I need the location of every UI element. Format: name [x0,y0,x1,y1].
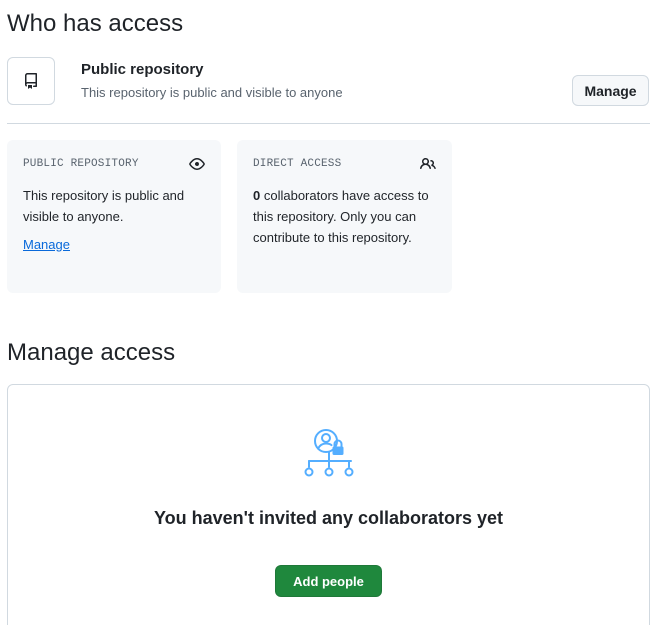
who-has-access-heading: Who has access [7,10,184,37]
manage-visibility-button[interactable]: Manage [572,75,649,106]
direct-access-description: collaborators have access to this reposi… [253,188,429,245]
collaborators-settings-page: Who has access Public repository This re… [0,0,664,625]
direct-access-card-label: DIRECT ACCESS [253,158,342,170]
people-icon [420,157,436,170]
repo-icon [24,73,37,89]
section-divider [7,123,650,124]
direct-access-card: DIRECT ACCESS 0 collaborators have acces… [237,140,452,293]
visibility-title: Public repository [81,61,204,78]
manage-access-heading: Manage access [7,339,176,366]
direct-access-card-text: 0 collaborators have access to this repo… [253,185,436,248]
manage-link[interactable]: Manage [23,237,70,252]
visibility-description: This repository is public and visible to… [81,85,343,100]
collaborators-lock-icon [304,429,354,477]
public-repository-card-text: This repository is public and visible to… [23,188,185,224]
manage-access-box: You haven't invited any collaborators ye… [7,384,650,625]
public-repository-card-label: PUBLIC REPOSITORY [23,158,139,170]
empty-state-message: You haven't invited any collaborators ye… [153,508,504,528]
add-people-button[interactable]: Add people [275,565,382,597]
repo-visibility-icon-box [7,57,55,105]
eye-icon [189,158,205,170]
public-repository-card: PUBLIC REPOSITORY This repository is pub… [7,140,221,293]
